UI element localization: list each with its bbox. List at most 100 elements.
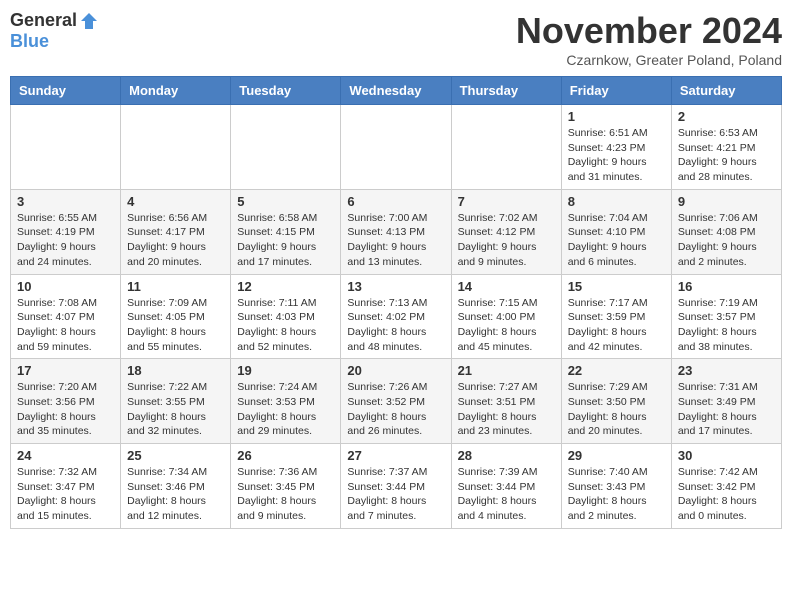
- day-info: Sunrise: 7:24 AMSunset: 3:53 PMDaylight:…: [237, 380, 334, 439]
- day-info: Sunrise: 7:11 AMSunset: 4:03 PMDaylight:…: [237, 296, 334, 355]
- calendar-cell: 20Sunrise: 7:26 AMSunset: 3:52 PMDayligh…: [341, 359, 451, 444]
- calendar-cell: 23 Sunrise: 7:31 AMSunset: 3:49 PMDayligh…: [671, 359, 781, 444]
- month-title: November 2024: [516, 10, 782, 52]
- day-number: 29: [568, 448, 665, 463]
- day-number: 21: [458, 363, 555, 378]
- calendar-week-3: 10 Sunrise: 7:08 AMSunset: 4:07 PMDayligh…: [11, 274, 782, 359]
- title-area: November 2024 Czarnkow, Greater Poland, …: [516, 10, 782, 68]
- day-info: Sunrise: 7:17 AMSunset: 3:59 PMDaylight:…: [568, 296, 665, 355]
- day-number: 2: [678, 109, 775, 124]
- day-number: 10: [17, 279, 114, 294]
- calendar-cell: 29 Sunrise: 7:40 AMSunset: 3:43 PMDayligh…: [561, 444, 671, 529]
- calendar-cell: 24Sunrise: 7:32 AMSunset: 3:47 PMDayligh…: [11, 444, 121, 529]
- calendar-cell: 25Sunrise: 7:34 AMSunset: 3:46 PMDayligh…: [121, 444, 231, 529]
- calendar-cell: 12 Sunrise: 7:11 AMSunset: 4:03 PMDayligh…: [231, 274, 341, 359]
- day-info: Sunrise: 7:32 AMSunset: 3:47 PMDaylight:…: [17, 465, 114, 524]
- day-info: Sunrise: 7:15 AMSunset: 4:00 PMDaylight:…: [458, 296, 555, 355]
- calendar-cell: 22Sunrise: 7:29 AMSunset: 3:50 PMDayligh…: [561, 359, 671, 444]
- day-info: Sunrise: 7:09 AMSunset: 4:05 PMDaylight:…: [127, 296, 224, 355]
- calendar-cell: 4 Sunrise: 6:56 AMSunset: 4:17 PMDaylight…: [121, 189, 231, 274]
- day-number: 12: [237, 279, 334, 294]
- day-number: 27: [347, 448, 444, 463]
- calendar-week-5: 24Sunrise: 7:32 AMSunset: 3:47 PMDayligh…: [11, 444, 782, 529]
- day-number: 1: [568, 109, 665, 124]
- calendar-cell: 8 Sunrise: 7:04 AMSunset: 4:10 PMDaylight…: [561, 189, 671, 274]
- day-info: Sunrise: 6:56 AMSunset: 4:17 PMDaylight:…: [127, 211, 224, 270]
- day-number: 5: [237, 194, 334, 209]
- calendar-cell: [341, 105, 451, 190]
- calendar-cell: 2Sunrise: 6:53 AMSunset: 4:21 PMDaylight…: [671, 105, 781, 190]
- day-number: 15: [568, 279, 665, 294]
- calendar: SundayMondayTuesdayWednesdayThursdayFrid…: [10, 76, 782, 529]
- header-saturday: Saturday: [671, 77, 781, 105]
- calendar-cell: [451, 105, 561, 190]
- calendar-cell: 26Sunrise: 7:36 AMSunset: 3:45 PMDayligh…: [231, 444, 341, 529]
- calendar-cell: 27 Sunrise: 7:37 AMSunset: 3:44 PMDayligh…: [341, 444, 451, 529]
- day-info: Sunrise: 7:06 AMSunset: 4:08 PMDaylight:…: [678, 211, 775, 270]
- calendar-cell: 17Sunrise: 7:20 AMSunset: 3:56 PMDayligh…: [11, 359, 121, 444]
- calendar-body: 1 Sunrise: 6:51 AMSunset: 4:23 PMDaylight…: [11, 105, 782, 529]
- calendar-cell: 5 Sunrise: 6:58 AMSunset: 4:15 PMDaylight…: [231, 189, 341, 274]
- day-number: 11: [127, 279, 224, 294]
- day-info: Sunrise: 7:08 AMSunset: 4:07 PMDaylight:…: [17, 296, 114, 355]
- day-info: Sunrise: 7:19 AMSunset: 3:57 PMDaylight:…: [678, 296, 775, 355]
- day-number: 28: [458, 448, 555, 463]
- day-info: Sunrise: 7:04 AMSunset: 4:10 PMDaylight:…: [568, 211, 665, 270]
- day-info: Sunrise: 6:58 AMSunset: 4:15 PMDaylight:…: [237, 211, 334, 270]
- calendar-cell: 30Sunrise: 7:42 AMSunset: 3:42 PMDayligh…: [671, 444, 781, 529]
- logo-general: General: [10, 10, 77, 31]
- calendar-cell: 13Sunrise: 7:13 AMSunset: 4:02 PMDayligh…: [341, 274, 451, 359]
- calendar-cell: 7 Sunrise: 7:02 AMSunset: 4:12 PMDaylight…: [451, 189, 561, 274]
- calendar-cell: 10 Sunrise: 7:08 AMSunset: 4:07 PMDayligh…: [11, 274, 121, 359]
- calendar-header-row: SundayMondayTuesdayWednesdayThursdayFrid…: [11, 77, 782, 105]
- calendar-cell: 6 Sunrise: 7:00 AMSunset: 4:13 PMDaylight…: [341, 189, 451, 274]
- day-number: 20: [347, 363, 444, 378]
- day-info: Sunrise: 7:39 AMSunset: 3:44 PMDaylight:…: [458, 465, 555, 524]
- header-tuesday: Tuesday: [231, 77, 341, 105]
- header-wednesday: Wednesday: [341, 77, 451, 105]
- day-number: 23: [678, 363, 775, 378]
- location: Czarnkow, Greater Poland, Poland: [516, 52, 782, 68]
- day-number: 9: [678, 194, 775, 209]
- day-info: Sunrise: 6:55 AMSunset: 4:19 PMDaylight:…: [17, 211, 114, 270]
- day-number: 16: [678, 279, 775, 294]
- calendar-cell: [11, 105, 121, 190]
- day-info: Sunrise: 7:29 AMSunset: 3:50 PMDaylight:…: [568, 380, 665, 439]
- header-monday: Monday: [121, 77, 231, 105]
- day-info: Sunrise: 7:37 AMSunset: 3:44 PMDaylight:…: [347, 465, 444, 524]
- day-info: Sunrise: 7:13 AMSunset: 4:02 PMDaylight:…: [347, 296, 444, 355]
- day-info: Sunrise: 6:51 AMSunset: 4:23 PMDaylight:…: [568, 126, 665, 185]
- calendar-cell: 3 Sunrise: 6:55 AMSunset: 4:19 PMDaylight…: [11, 189, 121, 274]
- day-number: 3: [17, 194, 114, 209]
- logo: General Blue: [10, 10, 99, 52]
- day-info: Sunrise: 7:02 AMSunset: 4:12 PMDaylight:…: [458, 211, 555, 270]
- day-info: Sunrise: 7:27 AMSunset: 3:51 PMDaylight:…: [458, 380, 555, 439]
- calendar-week-2: 3 Sunrise: 6:55 AMSunset: 4:19 PMDaylight…: [11, 189, 782, 274]
- calendar-cell: 9 Sunrise: 7:06 AMSunset: 4:08 PMDaylight…: [671, 189, 781, 274]
- day-number: 25: [127, 448, 224, 463]
- calendar-week-1: 1 Sunrise: 6:51 AMSunset: 4:23 PMDaylight…: [11, 105, 782, 190]
- day-number: 4: [127, 194, 224, 209]
- day-info: Sunrise: 7:00 AMSunset: 4:13 PMDaylight:…: [347, 211, 444, 270]
- header-thursday: Thursday: [451, 77, 561, 105]
- day-number: 7: [458, 194, 555, 209]
- day-number: 14: [458, 279, 555, 294]
- calendar-cell: 21 Sunrise: 7:27 AMSunset: 3:51 PMDayligh…: [451, 359, 561, 444]
- day-info: Sunrise: 7:22 AMSunset: 3:55 PMDaylight:…: [127, 380, 224, 439]
- day-info: Sunrise: 7:31 AMSunset: 3:49 PMDaylight:…: [678, 380, 775, 439]
- day-number: 6: [347, 194, 444, 209]
- calendar-cell: 14 Sunrise: 7:15 AMSunset: 4:00 PMDayligh…: [451, 274, 561, 359]
- header-friday: Friday: [561, 77, 671, 105]
- day-info: Sunrise: 7:40 AMSunset: 3:43 PMDaylight:…: [568, 465, 665, 524]
- calendar-week-4: 17Sunrise: 7:20 AMSunset: 3:56 PMDayligh…: [11, 359, 782, 444]
- day-number: 17: [17, 363, 114, 378]
- calendar-cell: 11 Sunrise: 7:09 AMSunset: 4:05 PMDayligh…: [121, 274, 231, 359]
- logo-blue: Blue: [10, 31, 49, 52]
- calendar-cell: [231, 105, 341, 190]
- calendar-cell: 1 Sunrise: 6:51 AMSunset: 4:23 PMDaylight…: [561, 105, 671, 190]
- calendar-cell: 15 Sunrise: 7:17 AMSunset: 3:59 PMDayligh…: [561, 274, 671, 359]
- calendar-cell: 19Sunrise: 7:24 AMSunset: 3:53 PMDayligh…: [231, 359, 341, 444]
- day-number: 18: [127, 363, 224, 378]
- day-number: 8: [568, 194, 665, 209]
- page-header: General Blue November 2024 Czarnkow, Gre…: [10, 10, 782, 68]
